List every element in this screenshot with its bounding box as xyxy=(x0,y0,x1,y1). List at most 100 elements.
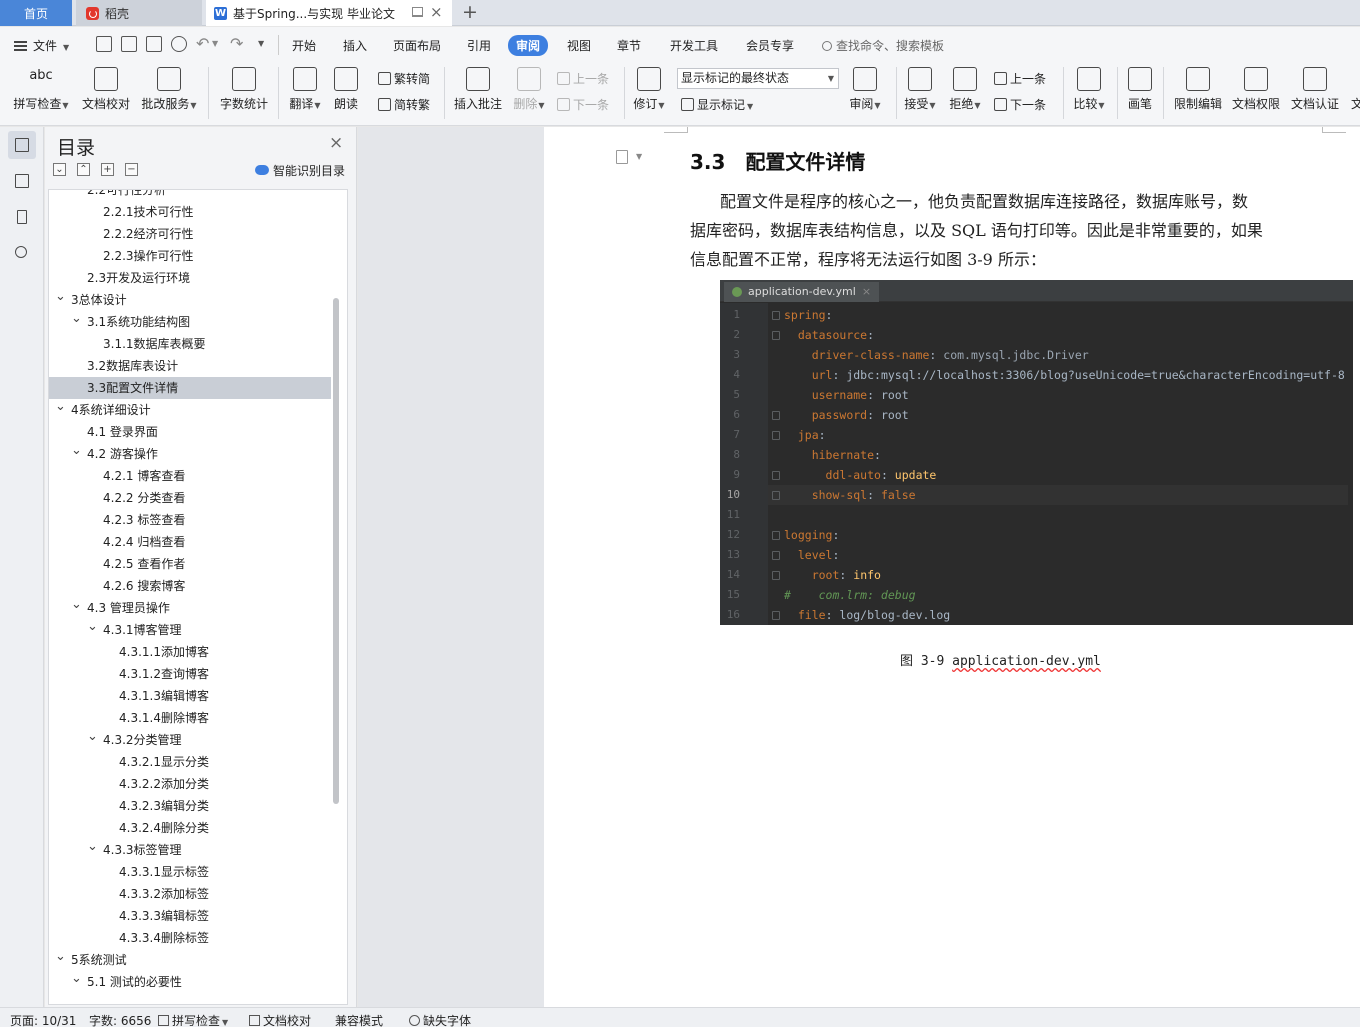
toc-item[interactable]: 4.3.1.3编辑博客 xyxy=(49,685,331,707)
toc-item[interactable]: 4.3.2.2添加分类 xyxy=(49,773,331,795)
toc-item[interactable]: 4.2.1 博客查看 xyxy=(49,465,331,487)
file-menu[interactable]: 文件 ▼ xyxy=(14,37,69,54)
expand-all-icon[interactable]: ⌃ xyxy=(77,163,90,176)
tab-chapter[interactable]: 章节 xyxy=(617,37,641,54)
toc-item[interactable]: 4.3.2.3编辑分类 xyxy=(49,795,331,817)
chevron-down-icon[interactable]: ⌄ xyxy=(71,308,82,330)
doc-proof-button[interactable]: 文档校对 xyxy=(80,67,132,112)
reject-button[interactable]: 拒绝▼ xyxy=(948,67,982,112)
track-changes-button[interactable]: 修订▼ xyxy=(632,67,666,112)
chevron-down-icon[interactable]: ⌄ xyxy=(71,190,82,198)
undo-dropdown-icon[interactable]: ▼ xyxy=(212,39,218,48)
translate-button[interactable]: 翻译▼ xyxy=(286,67,324,112)
toc-item[interactable]: 4.2.4 归档查看 xyxy=(49,531,331,553)
collapse-all-icon[interactable]: ⌄ xyxy=(53,163,66,176)
toc-item[interactable]: ⌄ 4.3.1博客管理 xyxy=(49,619,331,641)
word-count-button[interactable]: 字数统计 xyxy=(218,67,270,112)
tab-developer[interactable]: 开发工具 xyxy=(670,37,718,54)
insert-comment-button[interactable]: 插入批注 xyxy=(452,67,504,112)
toc-item[interactable]: ⌄ 3总体设计 xyxy=(49,289,331,311)
status-doc-proof[interactable]: 文档校对 xyxy=(249,1012,311,1027)
chevron-down-icon[interactable]: ⌄ xyxy=(55,946,66,968)
doc-permission-button[interactable]: 文档权限 xyxy=(1230,67,1282,112)
simp-to-trad-button[interactable]: 简转繁 xyxy=(378,96,430,113)
save-icon[interactable] xyxy=(96,36,112,52)
toc-item[interactable]: ⌄ 4系统详细设计 xyxy=(49,399,331,421)
print-icon[interactable] xyxy=(146,36,162,52)
tab-review[interactable]: 审阅 xyxy=(508,35,549,56)
spellcheck-button[interactable]: abc 拼写检查▼ xyxy=(12,67,70,112)
toc-item[interactable]: ⌄ 2.2可行性分析 xyxy=(49,190,331,201)
toc-item[interactable]: 4.3.3.2添加标签 xyxy=(49,883,331,905)
restrict-edit-button[interactable]: 限制编辑 xyxy=(1172,67,1224,112)
tab-insert[interactable]: 插入 xyxy=(343,37,367,54)
accept-button[interactable]: 接受▼ xyxy=(903,67,937,112)
toc-item[interactable]: 4.2.5 查看作者 xyxy=(49,553,331,575)
toc-item[interactable]: 4.3.2.1显示分类 xyxy=(49,751,331,773)
add-heading-icon[interactable]: + xyxy=(101,163,114,176)
markup-state-select[interactable]: 显示标记的最终状态 ▼ xyxy=(677,68,839,89)
word-count-indicator[interactable]: 字数: 6656 xyxy=(89,1012,151,1027)
tab-view[interactable]: 视图 xyxy=(567,37,591,54)
new-tab-button[interactable]: + xyxy=(462,0,478,24)
toc-item[interactable]: ⌄ 4.3.2分类管理 xyxy=(49,729,331,751)
review-pane-button[interactable]: 审阅▼ xyxy=(848,67,882,112)
toc-item[interactable]: ⌄ 5.1 测试的必要性 xyxy=(49,971,331,993)
close-tab-icon[interactable]: × xyxy=(430,3,443,21)
tab-references[interactable]: 引用 xyxy=(467,37,491,54)
toc-item[interactable]: 2.3开发及运行环境 xyxy=(49,267,331,289)
customize-toolbar-icon[interactable]: ▼ xyxy=(258,39,264,48)
chevron-down-icon[interactable]: ▼ xyxy=(636,152,642,161)
chevron-down-icon[interactable]: ⌄ xyxy=(87,836,98,858)
toc-item[interactable]: 4.3.3.1显示标签 xyxy=(49,861,331,883)
redo-icon[interactable]: ↷ xyxy=(230,34,243,53)
export-pdf-icon[interactable] xyxy=(121,36,137,52)
tab-member[interactable]: 会员专享 xyxy=(746,37,794,54)
doc-certify-button[interactable]: 文档认证 xyxy=(1289,67,1341,112)
chevron-down-icon[interactable]: ⌄ xyxy=(87,616,98,638)
undo-icon[interactable]: ↶ xyxy=(196,34,209,53)
toc-item[interactable]: 4.3.3.3编辑标签 xyxy=(49,905,331,927)
missing-font-button[interactable]: 缺失字体 xyxy=(409,1012,471,1027)
rail-toc-button[interactable] xyxy=(8,131,36,159)
chevron-down-icon[interactable]: ⌄ xyxy=(87,726,98,748)
tab-daoke[interactable]: 稻壳 xyxy=(76,0,202,26)
next-comment-button[interactable]: 下一条 xyxy=(557,96,609,113)
chevron-down-icon[interactable]: ⌄ xyxy=(55,286,66,308)
show-markup-button[interactable]: 显示标记 ▼ xyxy=(681,96,753,113)
toc-item[interactable]: 4.3.1.2查询博客 xyxy=(49,663,331,685)
trad-to-simp-button[interactable]: 繁转简 xyxy=(378,70,430,87)
toc-item[interactable]: ⌄ 4.3.3标签管理 xyxy=(49,839,331,861)
toc-item[interactable]: 2.2.1技术可行性 xyxy=(49,201,331,223)
chevron-down-icon[interactable]: ⌄ xyxy=(71,594,82,616)
toc-item[interactable]: 4.2.6 搜索博客 xyxy=(49,575,331,597)
prev-change-button[interactable]: 上一条 xyxy=(994,70,1046,87)
delete-comment-button[interactable]: 删除▼ xyxy=(512,67,546,112)
toc-item[interactable]: ⌄ 5系统测试 xyxy=(49,949,331,971)
toc-item[interactable]: 4.3.3.4删除标签 xyxy=(49,927,331,949)
chevron-down-icon[interactable]: ⌄ xyxy=(71,968,82,990)
tab-home[interactable]: 首页 xyxy=(0,0,72,26)
toc-item[interactable]: 4.3.1.1添加博客 xyxy=(49,641,331,663)
toc-item[interactable]: 4.1 登录界面 xyxy=(49,421,331,443)
toc-item[interactable]: 2.2.3操作可行性 xyxy=(49,245,331,267)
pin-icon[interactable] xyxy=(412,7,423,17)
toc-item[interactable]: ⌄ 4.2 游客操作 xyxy=(49,443,331,465)
print-preview-icon[interactable] xyxy=(171,36,187,52)
chevron-down-icon[interactable]: ⌄ xyxy=(55,396,66,418)
rail-bookmark-button[interactable] xyxy=(8,203,36,231)
toc-item[interactable]: ⌄ 3.1系统功能结构图 xyxy=(49,311,331,333)
next-change-button[interactable]: 下一条 xyxy=(994,96,1046,113)
read-aloud-button[interactable]: 朗读 xyxy=(332,67,360,112)
rail-chapter-button[interactable] xyxy=(8,167,36,195)
revision-service-button[interactable]: 批改服务▼ xyxy=(140,67,198,112)
tab-start[interactable]: 开始 xyxy=(292,37,316,54)
overflow-ribbon-item[interactable]: 文 xyxy=(1351,67,1360,112)
tab-document[interactable]: W 基于Spring...与实现 毕业论文 × xyxy=(206,0,452,26)
toc-scrollbar[interactable] xyxy=(333,298,339,804)
chevron-down-icon[interactable]: ⌄ xyxy=(71,440,82,462)
toc-item[interactable]: 3.2数据库表设计 xyxy=(49,355,331,377)
prev-comment-button[interactable]: 上一条 xyxy=(557,70,609,87)
compare-button[interactable]: 比较▼ xyxy=(1071,67,1107,112)
rail-search-button[interactable] xyxy=(8,239,36,267)
